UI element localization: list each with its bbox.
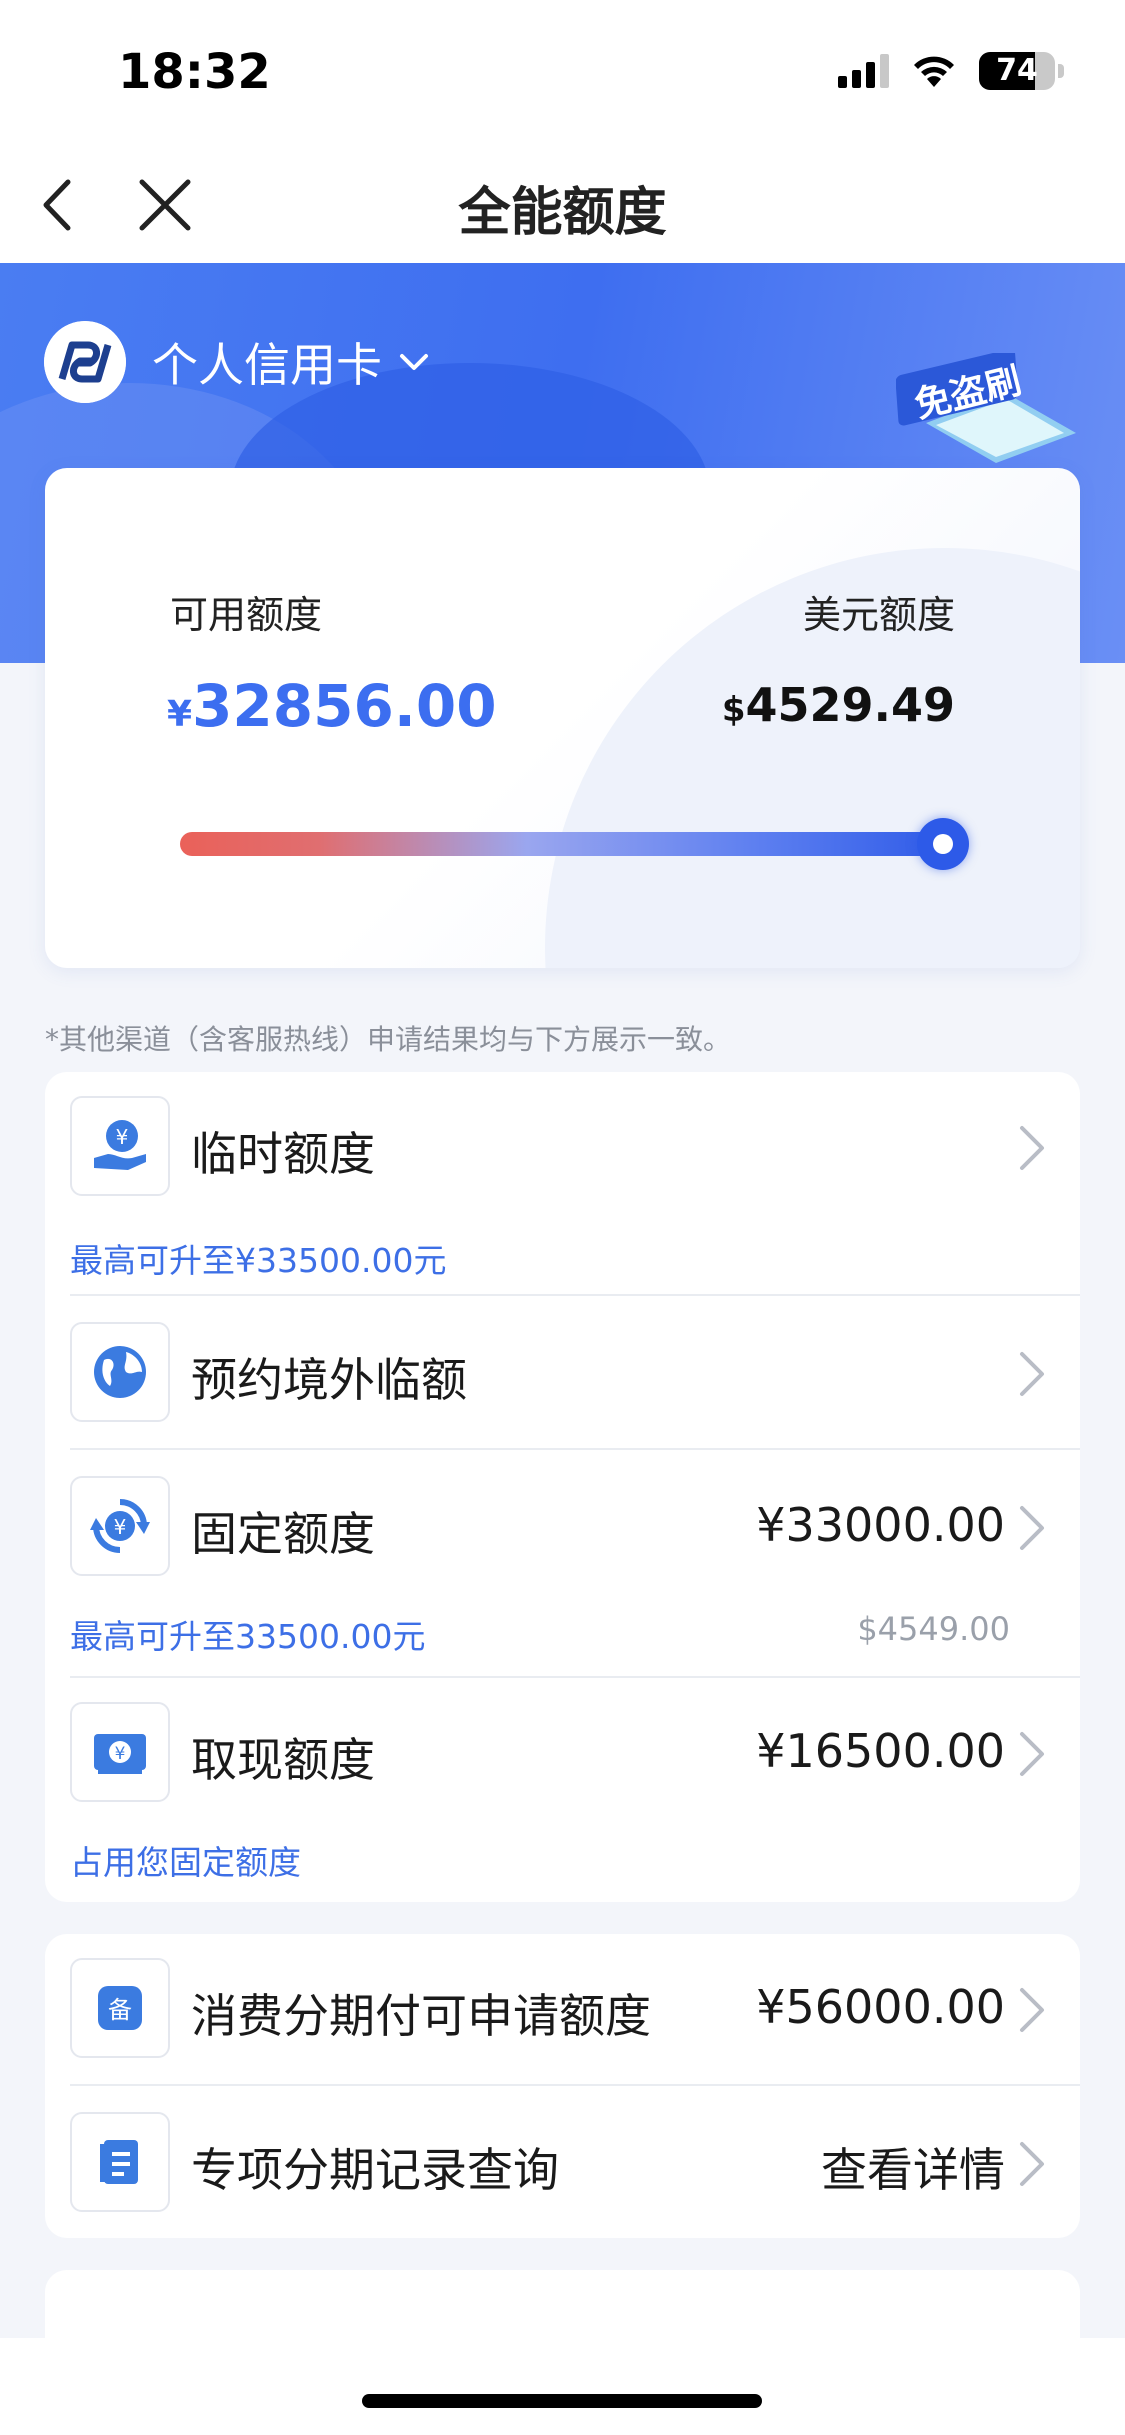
temp-limit-sub: 最高可升至¥33500.00元 <box>70 1241 447 1280</box>
page-title: 全能额度 <box>458 183 667 243</box>
usd-symbol: $ <box>721 690 746 730</box>
usd-limit-amount: 4529.49 <box>745 678 955 732</box>
bank-logo-icon <box>44 321 126 403</box>
battery-level: 74 <box>996 53 1038 88</box>
available-limit-label: 可用额度 <box>170 593 323 637</box>
installment-limit-value: ¥56000.00 <box>756 1980 1005 2034</box>
available-limit-value: ¥32856.00 <box>167 672 497 740</box>
nav-bar: 全能额度 <box>0 150 1125 263</box>
installment-list-card: 备 消费分期付可申请额度 ¥56000.00 专项分期记录查询 查看详情 <box>45 1934 1080 2238</box>
chevron-right-icon <box>1020 1732 1044 1776</box>
svg-text:备: 备 <box>108 1996 132 2024</box>
status-bar: 18:32 74 <box>0 0 1125 150</box>
divider <box>70 2084 1080 2086</box>
chevron-right-icon <box>1020 2142 1044 2186</box>
status-time: 18:32 <box>118 44 271 100</box>
installment-limit-title: 消费分期付可申请额度 <box>191 1989 651 2043</box>
cash-limit-value: ¥16500.00 <box>756 1724 1005 1778</box>
cash-limit-title: 取现额度 <box>191 1733 375 1787</box>
limit-usage-bar <box>180 832 950 856</box>
divider <box>70 1676 1080 1678</box>
divider <box>70 1294 1080 1296</box>
view-details-link[interactable]: 查看详情 <box>821 2134 1005 2200</box>
chevron-right-icon <box>1020 1352 1044 1396</box>
banknote-icon: ¥ <box>70 1702 170 1802</box>
installment-limit-row[interactable]: 备 消费分期付可申请额度 ¥56000.00 <box>45 1958 1080 2058</box>
special-installment-title: 专项分期记录查询 <box>191 2143 559 2197</box>
limit-usage-knob <box>917 818 969 870</box>
chevron-right-icon <box>1020 1988 1044 2032</box>
card-type-selector[interactable]: 个人信用卡 <box>152 329 432 395</box>
hand-yuan-icon: ¥ <box>70 1096 170 1196</box>
home-indicator[interactable] <box>362 2394 762 2408</box>
divider <box>70 1448 1080 1450</box>
cny-symbol: ¥ <box>167 694 193 735</box>
wifi-icon <box>914 56 954 87</box>
battery-icon: 74 <box>979 52 1064 90</box>
channel-note: *其他渠道（含客服热线）申请结果均与下方展示一致。 <box>45 1023 732 1056</box>
cash-limit-row[interactable]: ¥ 取现额度 ¥16500.00 占用您固定额度 <box>45 1702 1080 1902</box>
chevron-right-icon <box>1020 1506 1044 1550</box>
svg-text:¥: ¥ <box>114 1515 127 1539</box>
document-icon <box>70 2112 170 2212</box>
status-icons: 74 <box>838 52 1064 90</box>
bottom-safe-area <box>0 2338 1125 2435</box>
usd-limit-label: 美元额度 <box>802 593 955 637</box>
chevron-down-icon <box>400 354 428 370</box>
card-type-label: 个人信用卡 <box>152 338 382 392</box>
temp-limit-row[interactable]: ¥ 临时额度 最高可升至¥33500.00元 <box>45 1096 1080 1296</box>
fixed-limit-row[interactable]: ¥ 固定额度 ¥33000.00 最高可升至33500.00元 $4549.00 <box>45 1476 1080 1676</box>
limit-list-card: ¥ 临时额度 最高可升至¥33500.00元 预约境外临额 ¥ 固定额度 ¥33… <box>45 1072 1080 1902</box>
usd-limit-value: $4529.49 <box>722 678 955 732</box>
overseas-limit-row[interactable]: 预约境外临额 <box>45 1322 1080 1422</box>
available-limit-card: 可用额度 美元额度 ¥32856.00 $4529.49 <box>45 468 1080 968</box>
cellular-signal-icon <box>838 54 889 88</box>
cash-limit-sub: 占用您固定额度 <box>70 1843 301 1882</box>
fixed-limit-usd: $4549.00 <box>857 1610 1010 1648</box>
partial-card <box>45 2270 1080 2340</box>
anti-fraud-badge: 免盗刷 <box>896 353 1076 463</box>
file-box-icon: 备 <box>70 1958 170 2058</box>
fixed-limit-value: ¥33000.00 <box>756 1498 1005 1552</box>
chevron-right-icon <box>1020 1126 1044 1170</box>
available-limit-amount: 32856.00 <box>192 672 497 740</box>
globe-icon <box>70 1322 170 1422</box>
fixed-limit-sub: 最高可升至33500.00元 <box>70 1617 426 1656</box>
svg-text:¥: ¥ <box>116 1125 129 1149</box>
temp-limit-title: 临时额度 <box>191 1127 375 1181</box>
fixed-limit-title: 固定额度 <box>191 1507 375 1561</box>
yuan-cycle-icon: ¥ <box>70 1476 170 1576</box>
overseas-limit-title: 预约境外临额 <box>191 1353 467 1407</box>
special-installment-row[interactable]: 专项分期记录查询 查看详情 <box>45 2112 1080 2212</box>
svg-text:¥: ¥ <box>115 1744 126 1764</box>
